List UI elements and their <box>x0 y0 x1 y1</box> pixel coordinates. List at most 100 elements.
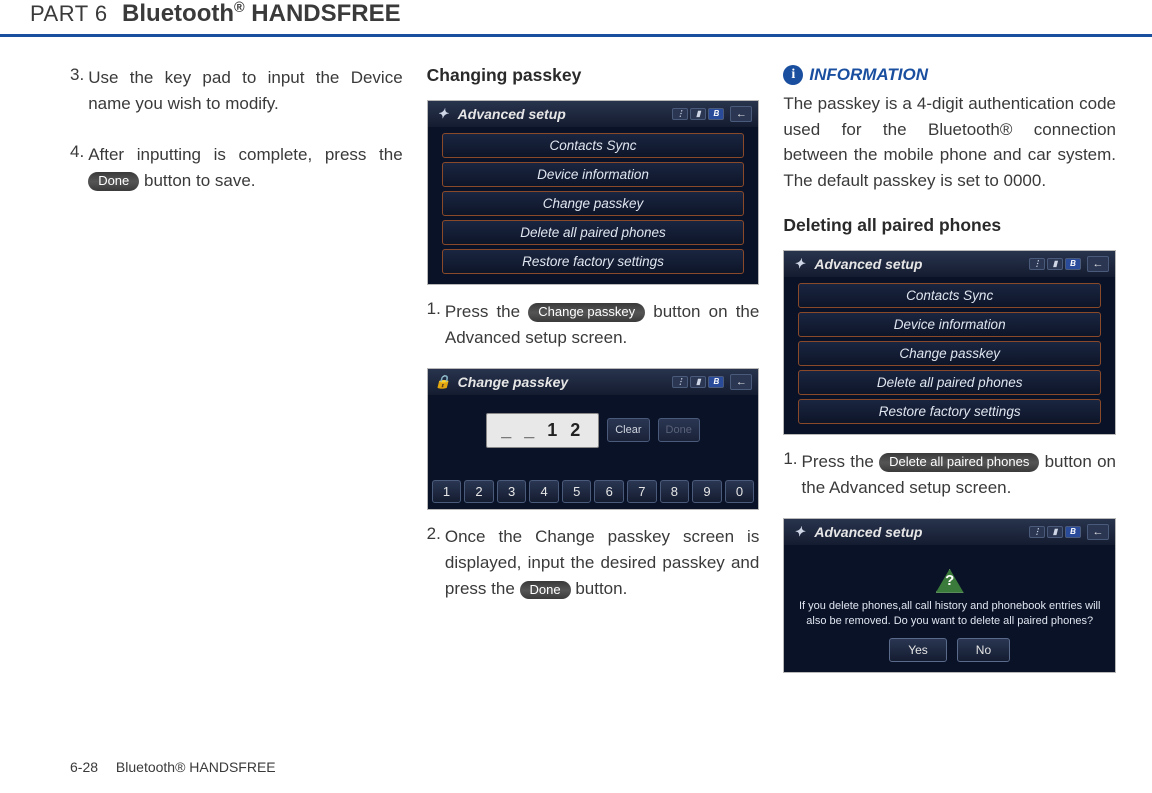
footer-label: Bluetooth® HANDSFREE <box>116 759 276 775</box>
status-icons: ⋮ ▮ B <box>672 108 724 120</box>
screenshot-titlebar: 🔒 Change passkey ⋮ ▮ B ← <box>428 369 759 395</box>
signal-icon: ⋮ <box>1029 526 1045 538</box>
keypad-key: 5 <box>562 480 592 503</box>
keypad: 1 2 3 4 5 6 7 8 9 0 <box>428 480 759 509</box>
back-icon: ← <box>1087 524 1109 540</box>
done-button-chip: Done <box>520 581 571 600</box>
menu-item: Contacts Sync <box>798 283 1101 308</box>
text-fragment: button to save. <box>144 171 256 190</box>
back-icon: ← <box>730 374 752 390</box>
step-text: Once the Change passkey screen is displa… <box>445 524 759 603</box>
screenshot-advanced-setup-2: ✦ Advanced setup ⋮ ▮ B ← Contacts Sync D… <box>783 250 1116 435</box>
dialog-buttons: Yes No <box>889 638 1010 662</box>
menu-item: Device information <box>798 312 1101 337</box>
menu-item: Device information <box>442 162 745 187</box>
signal-icon: ⋮ <box>1029 258 1045 270</box>
col2-step-1: 1. Press the Change passkey button on th… <box>427 299 760 352</box>
screenshot-delete-confirmation: ✦ Advanced setup ⋮ ▮ B ← ? If you delete… <box>783 518 1116 674</box>
screenshot-menu: Contacts Sync Device information Change … <box>784 277 1115 434</box>
keypad-key: 7 <box>627 480 657 503</box>
dialog-body: ? If you delete phones,all call history … <box>784 545 1115 673</box>
text-fragment: Press the <box>802 452 880 471</box>
part-label: PART 6 <box>30 1 108 26</box>
screenshot-title: Advanced setup <box>814 524 1023 540</box>
screenshot-advanced-setup: ✦ Advanced setup ⋮ ▮ B ← Contacts Sync D… <box>427 100 760 285</box>
wrench-icon: ✦ <box>434 105 452 123</box>
bluetooth-icon: B <box>1065 526 1081 538</box>
menu-item: Change passkey <box>798 341 1101 366</box>
menu-item: Restore factory settings <box>442 249 745 274</box>
bluetooth-icon: B <box>708 376 724 388</box>
page-number: 6-28 <box>70 759 98 775</box>
text-fragment: After inputting is complete, press the <box>88 145 402 164</box>
menu-item: Restore factory settings <box>798 399 1101 424</box>
passkey-body: _ _ 1 2 Clear Done <box>428 395 759 480</box>
step-number: 3. <box>70 65 84 118</box>
step-number: 1. <box>427 299 441 352</box>
step-3: 3. Use the key pad to input the Device n… <box>70 65 403 118</box>
wrench-icon: ✦ <box>790 255 808 273</box>
wrench-icon: ✦ <box>790 523 808 541</box>
done-button-chip: Done <box>88 172 139 191</box>
keypad-key: 4 <box>529 480 559 503</box>
screenshot-title: Advanced setup <box>814 256 1023 272</box>
keypad-key: 3 <box>497 480 527 503</box>
column-2: Changing passkey ✦ Advanced setup ⋮ ▮ B … <box>427 65 760 687</box>
step-text: Press the Change passkey button on the A… <box>445 299 759 352</box>
status-icons: ⋮ ▮ B <box>672 376 724 388</box>
done-button: Done <box>658 418 700 442</box>
part-title: Bluetooth® HANDSFREE <box>122 0 401 27</box>
battery-icon: ▮ <box>1047 526 1063 538</box>
screenshot-titlebar: ✦ Advanced setup ⋮ ▮ B ← <box>428 101 759 127</box>
step-text: Press the Delete all paired phones butto… <box>802 449 1116 502</box>
warning-icon: ? <box>936 569 964 593</box>
info-icon: i <box>783 65 803 85</box>
signal-icon: ⋮ <box>672 376 688 388</box>
keypad-key: 8 <box>660 480 690 503</box>
clear-button: Clear <box>607 418 649 442</box>
status-icons: ⋮ ▮ B <box>1029 258 1081 270</box>
menu-item: Change passkey <box>442 191 745 216</box>
menu-item: Contacts Sync <box>442 133 745 158</box>
screenshot-change-passkey: 🔒 Change passkey ⋮ ▮ B ← _ _ 1 2 Clear D… <box>427 368 760 510</box>
battery-icon: ▮ <box>1047 258 1063 270</box>
step-text: After inputting is complete, press the D… <box>88 142 402 195</box>
keypad-key: 9 <box>692 480 722 503</box>
change-passkey-button-chip: Change passkey <box>528 303 645 322</box>
section-heading-deleting-phones: Deleting all paired phones <box>783 215 1116 236</box>
passkey-display: _ _ 1 2 <box>486 413 599 448</box>
signal-icon: ⋮ <box>672 108 688 120</box>
passkey-row: _ _ 1 2 Clear Done <box>438 413 749 448</box>
information-title: INFORMATION <box>809 65 928 85</box>
keypad-key: 1 <box>432 480 462 503</box>
bluetooth-icon: B <box>1065 258 1081 270</box>
content-columns: 3. Use the key pad to input the Device n… <box>0 65 1152 687</box>
screenshot-title: Change passkey <box>458 374 667 390</box>
screenshot-title: Advanced setup <box>458 106 667 122</box>
menu-item: Delete all paired phones <box>442 220 745 245</box>
keypad-key: 6 <box>594 480 624 503</box>
lock-icon: 🔒 <box>434 373 452 391</box>
battery-icon: ▮ <box>690 376 706 388</box>
col2-step-2: 2. Once the Change passkey screen is dis… <box>427 524 760 603</box>
col3-step-1: 1. Press the Delete all paired phones bu… <box>783 449 1116 502</box>
step-number: 1. <box>783 449 797 502</box>
page-footer: 6-28 Bluetooth® HANDSFREE <box>70 759 276 775</box>
bluetooth-icon: B <box>708 108 724 120</box>
menu-item: Delete all paired phones <box>798 370 1101 395</box>
text-fragment: button. <box>575 579 627 598</box>
text-fragment: Press the <box>445 302 528 321</box>
delete-all-paired-phones-button-chip: Delete all paired phones <box>879 453 1039 472</box>
section-heading-changing-passkey: Changing passkey <box>427 65 760 86</box>
yes-button: Yes <box>889 638 947 662</box>
column-3: i INFORMATION The passkey is a 4-digit a… <box>783 65 1116 687</box>
battery-icon: ▮ <box>690 108 706 120</box>
column-1: 3. Use the key pad to input the Device n… <box>70 65 403 687</box>
information-body: The passkey is a 4-digit authentication … <box>783 91 1116 193</box>
page-header: PART 6 Bluetooth® HANDSFREE <box>0 0 1152 37</box>
back-icon: ← <box>1087 256 1109 272</box>
screenshot-titlebar: ✦ Advanced setup ⋮ ▮ B ← <box>784 519 1115 545</box>
step-4: 4. After inputting is complete, press th… <box>70 142 403 195</box>
screenshot-titlebar: ✦ Advanced setup ⋮ ▮ B ← <box>784 251 1115 277</box>
step-number: 2. <box>427 524 441 603</box>
